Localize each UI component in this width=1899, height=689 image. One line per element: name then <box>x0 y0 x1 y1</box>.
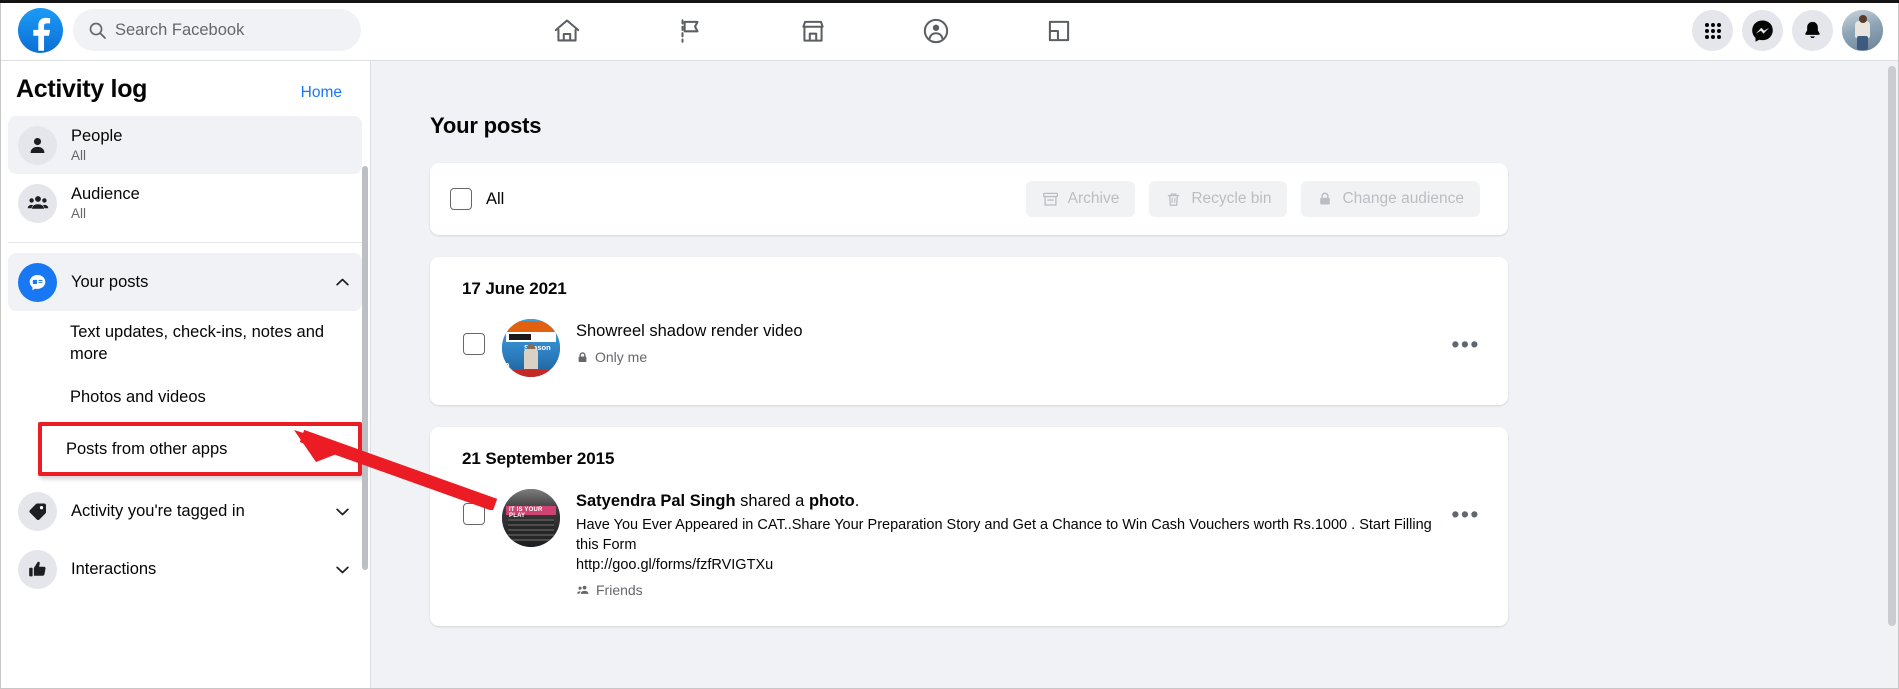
chevron-down-icon[interactable] <box>332 504 352 519</box>
recycle-bin-button-label: Recycle bin <box>1191 190 1272 207</box>
select-all-checkbox[interactable] <box>450 188 472 210</box>
sidebar-item-label: Activity you're tagged in <box>71 501 245 520</box>
facebook-logo-icon[interactable] <box>18 7 63 53</box>
facebook-activity-log-page: Search Facebook Activity log Home People… <box>0 0 1899 689</box>
post-row: IT IS YOUR PLAY Satyendra Pal Singh shar… <box>446 485 1480 608</box>
nav-tab-marketplace[interactable] <box>751 0 874 61</box>
sidebar-item-label: Interactions <box>71 559 157 578</box>
post-thumbnail[interactable]: Season 0 <box>502 319 560 377</box>
archive-button[interactable]: Archive <box>1025 181 1136 217</box>
main-heading: Your posts <box>430 113 542 138</box>
search-icon <box>89 22 106 39</box>
thumbs-up-icon <box>18 549 57 589</box>
archive-box-icon <box>1042 191 1059 208</box>
nav-tab-flag[interactable] <box>628 0 751 61</box>
screenshot-top-edge <box>0 0 1899 3</box>
sidebar-item-your-posts[interactable]: Your posts <box>8 253 362 311</box>
nav-tab-groups[interactable] <box>874 0 997 61</box>
sidebar-item-activity-tagged-in[interactable]: Activity you're tagged in <box>8 482 362 540</box>
post-thumbnail[interactable]: IT IS YOUR PLAY <box>502 489 560 547</box>
top-navigation-bar: Search Facebook <box>0 0 1899 61</box>
post-options-ellipsis-icon[interactable]: ••• <box>1451 489 1480 528</box>
post-object-type[interactable]: photo <box>809 492 855 510</box>
people-icon <box>18 183 57 223</box>
avatar[interactable] <box>1842 10 1883 51</box>
sidebar-divider <box>8 242 362 243</box>
group-date-label: 21 September 2015 <box>462 449 615 468</box>
post-action-text: shared a <box>740 492 809 510</box>
post-author-name[interactable]: Satyendra Pal Singh <box>576 492 736 510</box>
post-row: Season 0 Showreel shadow render video On… <box>446 315 1480 387</box>
post-link[interactable]: http://goo.gl/forms/fzfRVIGTXu <box>576 555 1451 575</box>
post-title[interactable]: Satyendra Pal Singh shared a photo. Saty… <box>576 491 1451 512</box>
topbar-left-group: Search Facebook <box>0 7 361 53</box>
change-audience-button[interactable]: Change audience <box>1301 181 1480 217</box>
post-audience: Only me <box>576 349 1451 365</box>
flag-icon <box>675 16 705 46</box>
post-body-text: Have You Ever Appeared in CAT..Share You… <box>576 517 1432 554</box>
trash-bin-icon <box>1165 191 1182 208</box>
selection-toolbar: All Archive Recycle bin Change audience <box>430 163 1508 235</box>
post-title[interactable]: Showreel shadow render video <box>576 321 1451 342</box>
sidebar-subitem-posts-from-other-apps[interactable]: Posts from other apps <box>38 421 362 477</box>
groups-people-icon <box>921 16 951 46</box>
post-audience-label: Only me <box>595 349 648 366</box>
sidebar-item-label: Your posts <box>71 272 149 291</box>
sidebar-item-sublabel: All <box>71 147 87 163</box>
sidebar-subitem-photos-videos[interactable]: Photos and videos <box>8 376 362 418</box>
sidebar-item-interactions[interactable]: Interactions <box>8 540 362 598</box>
tag-icon <box>18 491 57 531</box>
gaming-icon <box>1044 16 1074 46</box>
lock-icon <box>1317 191 1333 207</box>
marketplace-shop-icon <box>798 16 828 46</box>
search-input[interactable]: Search Facebook <box>115 21 244 40</box>
grid-apps-icon[interactable] <box>1692 10 1733 51</box>
sidebar-item-label: Audience <box>71 185 140 204</box>
topbar-right-group <box>1692 0 1883 61</box>
bell-icon[interactable] <box>1792 10 1833 51</box>
chevron-down-icon[interactable] <box>332 562 352 577</box>
archive-button-label: Archive <box>1067 190 1120 207</box>
post-options-ellipsis-icon[interactable]: ••• <box>1451 319 1480 358</box>
main-nav-tabs <box>505 0 1120 61</box>
group-date-label: 17 June 2021 <box>462 279 567 298</box>
post-audience: Friends <box>576 582 1451 598</box>
lock-icon <box>576 351 589 364</box>
main-content: Your posts All Archive Recycle bin Chang… <box>371 61 1899 689</box>
select-all-label: All <box>486 189 505 208</box>
sidebar-item-people[interactable]: People All <box>8 116 362 174</box>
activity-log-sidebar: Activity log Home People All Audience Al… <box>0 61 371 689</box>
nav-tab-gaming[interactable] <box>997 0 1120 61</box>
home-icon <box>552 16 582 46</box>
post-group: 17 June 2021 Season 0 Showreel shadow re… <box>430 257 1508 405</box>
post-group: 21 September 2015 IT IS YOUR PLAY Satyen… <box>430 427 1508 627</box>
post-audience-label: Friends <box>596 582 643 599</box>
sidebar-item-label: People <box>71 127 123 146</box>
page-title: Activity log <box>16 75 148 103</box>
post-checkbox[interactable] <box>463 333 485 355</box>
chevron-up-icon[interactable] <box>332 275 352 290</box>
sidebar-item-sublabel: All <box>71 205 87 221</box>
recycle-bin-button[interactable]: Recycle bin <box>1149 181 1288 217</box>
sidebar-header: Activity log Home <box>0 61 370 116</box>
messenger-icon[interactable] <box>1742 10 1783 51</box>
posts-comment-icon <box>18 262 57 302</box>
friends-icon <box>576 583 590 597</box>
sidebar-subitem-text-updates[interactable]: Text updates, check-ins, notes and more <box>8 311 362 376</box>
nav-tab-home[interactable] <box>505 0 628 61</box>
post-checkbox[interactable] <box>463 503 485 525</box>
person-icon <box>18 125 57 165</box>
search-bar[interactable]: Search Facebook <box>73 9 361 51</box>
home-link[interactable]: Home <box>301 84 342 102</box>
sidebar-item-audience[interactable]: Audience All <box>8 174 362 232</box>
change-audience-button-label: Change audience <box>1342 190 1464 207</box>
main-scrollbar[interactable] <box>1888 66 1896 626</box>
sidebar-scrollbar[interactable] <box>362 166 368 570</box>
